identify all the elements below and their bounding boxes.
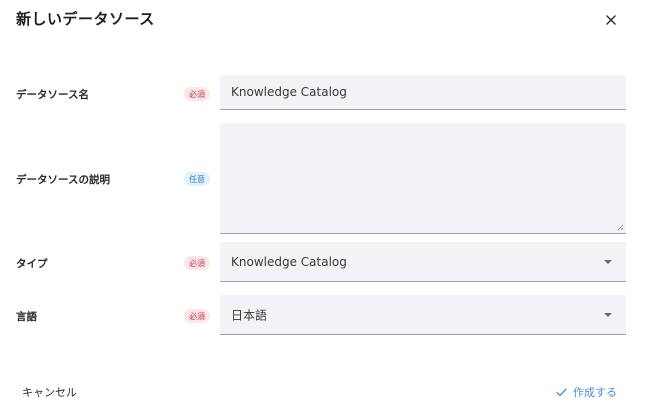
data-source-description-textarea[interactable]: [220, 123, 626, 233]
create-button[interactable]: 作成する: [556, 384, 617, 400]
resize-grip-icon[interactable]: [617, 224, 624, 231]
required-badge: 必須: [184, 256, 210, 270]
required-badge: 必須: [184, 87, 210, 101]
cancel-button[interactable]: キャンセル: [22, 384, 77, 400]
language-select[interactable]: 日本語: [220, 295, 626, 335]
check-icon: [556, 387, 567, 396]
chevron-down-icon: [604, 259, 612, 264]
data-source-description-label: データソースの説明: [16, 174, 110, 186]
type-selected-value: Knowledge Catalog: [231, 254, 347, 269]
language-label: 言語: [16, 311, 37, 323]
data-source-description-field[interactable]: [220, 123, 626, 234]
close-button[interactable]: [600, 9, 622, 31]
optional-badge: 任意: [184, 172, 210, 186]
data-source-name-input[interactable]: [220, 75, 626, 109]
data-source-name-label: データソース名: [16, 89, 89, 101]
type-select[interactable]: Knowledge Catalog: [220, 242, 626, 282]
type-label: タイプ: [16, 258, 48, 270]
close-icon: [606, 15, 616, 25]
data-source-name-field[interactable]: [220, 75, 626, 110]
create-button-label: 作成する: [573, 386, 617, 399]
dialog-title: 新しいデータソース: [16, 10, 155, 28]
new-data-source-dialog: 新しいデータソース データソース名 必須 データソースの説明 任意 タイプ 必須…: [0, 0, 670, 414]
language-selected-value: 日本語: [231, 308, 268, 322]
required-badge: 必須: [184, 309, 210, 323]
chevron-down-icon: [604, 312, 612, 317]
cancel-button-label: キャンセル: [22, 386, 77, 399]
